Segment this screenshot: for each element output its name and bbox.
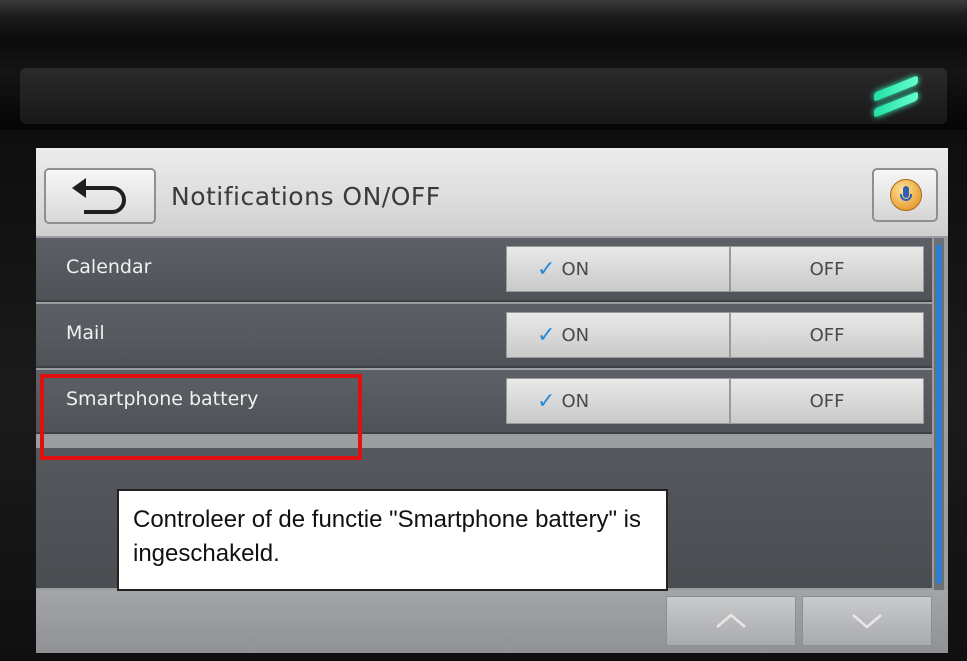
on-label: ON [561, 324, 590, 346]
back-arrow-icon [72, 178, 126, 214]
setting-label: Mail [66, 322, 105, 344]
microphone-icon [890, 179, 922, 211]
bezel-top [0, 0, 967, 130]
on-off-toggle: ✓ ON OFF [506, 312, 924, 358]
off-option[interactable]: OFF [730, 246, 924, 292]
on-label: ON [561, 258, 590, 280]
off-label: OFF [809, 258, 845, 280]
on-option[interactable]: ✓ ON [506, 312, 730, 358]
on-option[interactable]: ✓ ON [506, 246, 730, 292]
checkmark-icon: ✓ [537, 322, 556, 348]
instruction-callout: Controleer of de functie "Smartphone bat… [117, 489, 668, 591]
chevron-up-icon [716, 613, 746, 628]
header-bar: Notifications ON/OFF [36, 148, 948, 236]
highlight-box [40, 374, 362, 460]
footer-bar [36, 590, 948, 653]
setting-row-mail: Mail ✓ ON OFF [36, 304, 932, 368]
bezel-strip [20, 68, 947, 124]
scroll-up-button[interactable] [666, 596, 796, 646]
scrollbar[interactable] [934, 238, 944, 590]
scroll-thumb[interactable] [936, 244, 942, 584]
checkmark-icon: ✓ [537, 256, 556, 282]
setting-label: Calendar [66, 256, 152, 278]
voice-button[interactable] [872, 168, 938, 222]
status-light-icon [868, 74, 924, 118]
scroll-down-button[interactable] [802, 596, 932, 646]
on-option[interactable]: ✓ ON [506, 378, 730, 424]
on-label: ON [561, 390, 590, 412]
off-option[interactable]: OFF [730, 312, 924, 358]
chevron-down-icon [852, 614, 882, 629]
on-off-toggle: ✓ ON OFF [506, 246, 924, 292]
off-label: OFF [809, 390, 845, 412]
setting-row-calendar: Calendar ✓ ON OFF [36, 238, 932, 302]
off-option[interactable]: OFF [730, 378, 924, 424]
back-button[interactable] [44, 168, 156, 224]
page-title: Notifications ON/OFF [171, 182, 441, 211]
checkmark-icon: ✓ [537, 388, 556, 414]
off-label: OFF [809, 324, 845, 346]
on-off-toggle: ✓ ON OFF [506, 378, 924, 424]
